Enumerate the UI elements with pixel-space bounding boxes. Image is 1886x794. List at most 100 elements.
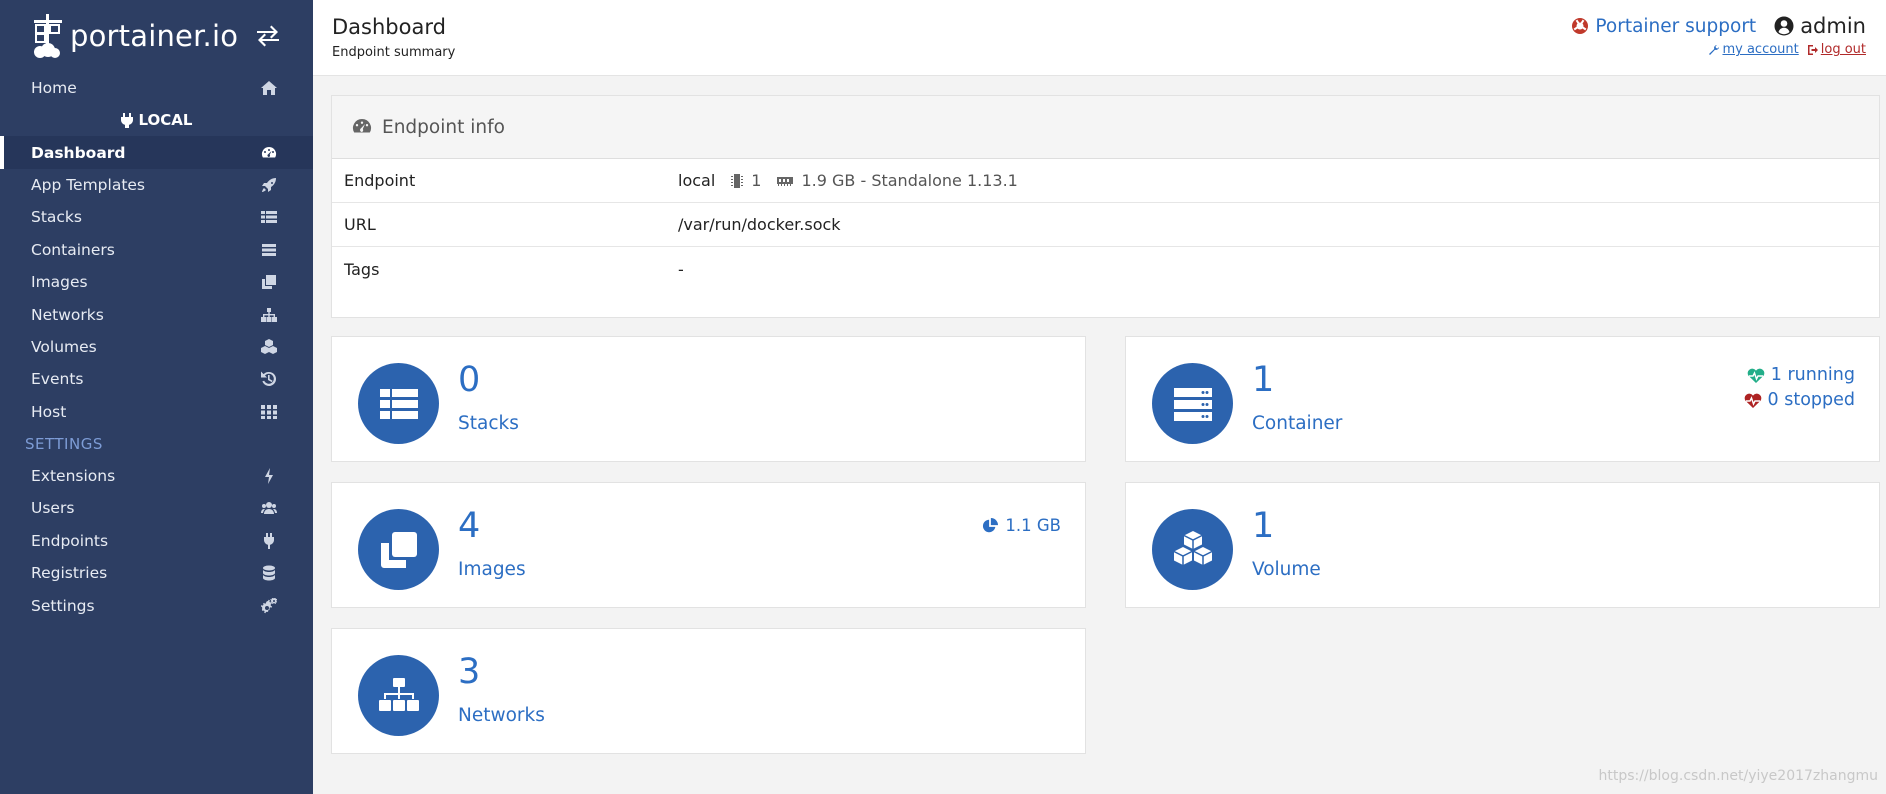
- endpoint-row: Endpoint local 1 1.9 GB - Standalone 1.1…: [332, 159, 1879, 203]
- sidebar-item-label: Home: [31, 79, 77, 98]
- networks-widget-icon-circle: [358, 655, 439, 736]
- tachometer-icon: [352, 119, 372, 133]
- sidebar-item-label: Extensions: [31, 467, 116, 486]
- th-icon: [261, 404, 277, 419]
- containers-count: 1: [1252, 360, 1275, 400]
- sidebar-item-label: Endpoints: [31, 531, 109, 550]
- volumes-widget-icon-circle: [1152, 509, 1233, 590]
- volumes-count: 1: [1252, 506, 1275, 546]
- images-label: Images: [458, 559, 526, 580]
- portainer-logo[interactable]: portainer.io: [30, 12, 238, 60]
- memory-icon: [777, 176, 794, 186]
- sidebar-item-label: Containers: [31, 240, 115, 259]
- volumes-widget[interactable]: 1 Volume: [1125, 482, 1880, 608]
- info-value: -: [678, 259, 684, 279]
- images-size: 1.1 GB: [981, 513, 1061, 538]
- sidebar-item-home[interactable]: Home: [0, 72, 313, 104]
- stopped-status: 0 stopped: [1744, 388, 1855, 413]
- sidebar-item-registries[interactable]: Registries: [0, 557, 313, 589]
- tags-row: Tags -: [332, 247, 1879, 291]
- endpoint-info-heading: Endpoint info: [332, 96, 1879, 159]
- networks-label: Networks: [458, 705, 545, 726]
- page-subtitle: Endpoint summary: [332, 45, 456, 60]
- current-user: admin: [1774, 14, 1866, 38]
- images-widget[interactable]: 4 Images 1.1 GB: [331, 482, 1086, 608]
- sidebar-item-label: Dashboard: [31, 143, 126, 162]
- page-header: Dashboard Endpoint summary Portainer sup…: [313, 0, 1886, 76]
- images-count: 4: [458, 506, 481, 546]
- sidebar-heading-settings: SETTINGS: [25, 434, 103, 453]
- sidebar-item-label: Host: [31, 402, 67, 421]
- cubes-icon: [1173, 530, 1212, 565]
- sidebar-item-settings[interactable]: Settings: [0, 589, 313, 621]
- networks-count: 3: [458, 652, 481, 692]
- sidebar-item-containers[interactable]: Containers: [0, 234, 313, 266]
- pie-chart-icon: [983, 517, 999, 532]
- users-icon: [261, 502, 277, 515]
- running-status: 1 running: [1744, 363, 1855, 388]
- containers-widget-icon-circle: [1152, 363, 1233, 444]
- containers-widget[interactable]: 1 Container 1 running 0 stopped: [1125, 336, 1880, 462]
- th-list-icon: [379, 388, 418, 419]
- info-key: Endpoint: [344, 171, 416, 190]
- watermark: https://blog.csdn.net/yiye2017zhangmu: [1598, 768, 1878, 784]
- rocket-icon: [262, 177, 276, 192]
- wrench-icon: [1709, 44, 1720, 55]
- sidebar-item-label: Registries: [31, 564, 108, 583]
- database-icon: [263, 565, 275, 581]
- sidebar-item-label: Events: [31, 370, 84, 389]
- endpoint-info-panel: Endpoint info Endpoint local 1 1.9 GB - …: [331, 95, 1880, 318]
- sidebar-item-label: Images: [31, 273, 88, 292]
- log-out-link[interactable]: log out: [1807, 42, 1866, 57]
- history-icon: [261, 371, 277, 387]
- sidebar-item-extensions[interactable]: Extensions: [0, 460, 313, 492]
- sidebar-item-label: Stacks: [31, 208, 82, 227]
- containers-status: 1 running 0 stopped: [1744, 363, 1855, 413]
- stacks-widget[interactable]: 0 Stacks: [331, 336, 1086, 462]
- portainer-support-link[interactable]: Portainer support: [1571, 16, 1756, 37]
- info-key: Tags: [344, 259, 380, 279]
- heartbeat-icon: [1747, 368, 1765, 383]
- sidebar-item-volumes[interactable]: Volumes: [0, 331, 313, 363]
- sidebar-item-stacks[interactable]: Stacks: [0, 201, 313, 233]
- sidebar-nav: Home LOCAL Dashboard App Templates Stack…: [0, 72, 313, 622]
- my-account-link[interactable]: my account: [1708, 42, 1799, 57]
- heartbeat-icon: [1744, 393, 1761, 408]
- sidebar-item-host[interactable]: Host: [0, 396, 313, 428]
- sitemap-icon: [378, 677, 419, 711]
- sidebar-item-events[interactable]: Events: [0, 363, 313, 395]
- header-user-area: Portainer support admin my account log o…: [1571, 14, 1866, 57]
- info-key: URL: [344, 215, 376, 234]
- plug-icon: [264, 532, 274, 549]
- plug-icon: [120, 112, 133, 128]
- stacks-widget-icon-circle: [358, 363, 439, 444]
- brand: portainer.io: [0, 0, 313, 72]
- sidebar-item-dashboard[interactable]: Dashboard: [0, 136, 313, 169]
- endpoint-section-local: LOCAL: [0, 104, 313, 136]
- sidebar-item-label: Settings: [31, 596, 95, 615]
- home-icon: [261, 81, 277, 96]
- stacks-count: 0: [458, 360, 481, 400]
- logo-text: portainer.io: [70, 19, 239, 53]
- sidebar-toggle-icon[interactable]: [255, 25, 281, 47]
- networks-widget[interactable]: 3 Networks: [331, 628, 1086, 754]
- bolt-icon: [265, 468, 273, 485]
- sidebar-item-networks[interactable]: Networks: [0, 298, 313, 330]
- cubes-icon: [261, 338, 277, 354]
- clone-icon: [262, 275, 276, 290]
- sign-out-icon: [1807, 44, 1818, 55]
- server-icon: [1173, 387, 1212, 421]
- stacks-label: Stacks: [458, 413, 519, 434]
- sitemap-icon: [261, 307, 277, 322]
- containers-label: Container: [1252, 413, 1343, 434]
- sidebar-item-users[interactable]: Users: [0, 492, 313, 524]
- sidebar-item-app-templates[interactable]: App Templates: [0, 169, 313, 201]
- microchip-icon: [731, 173, 744, 188]
- sidebar-item-label: App Templates: [31, 175, 146, 194]
- sidebar-item-images[interactable]: Images: [0, 266, 313, 298]
- sidebar-item-label: Users: [31, 499, 75, 518]
- info-value: /var/run/docker.sock: [678, 215, 841, 234]
- user-circle-icon: [1774, 16, 1794, 36]
- info-value: local 1 1.9 GB - Standalone 1.13.1: [678, 171, 1018, 190]
- sidebar-item-endpoints[interactable]: Endpoints: [0, 525, 313, 557]
